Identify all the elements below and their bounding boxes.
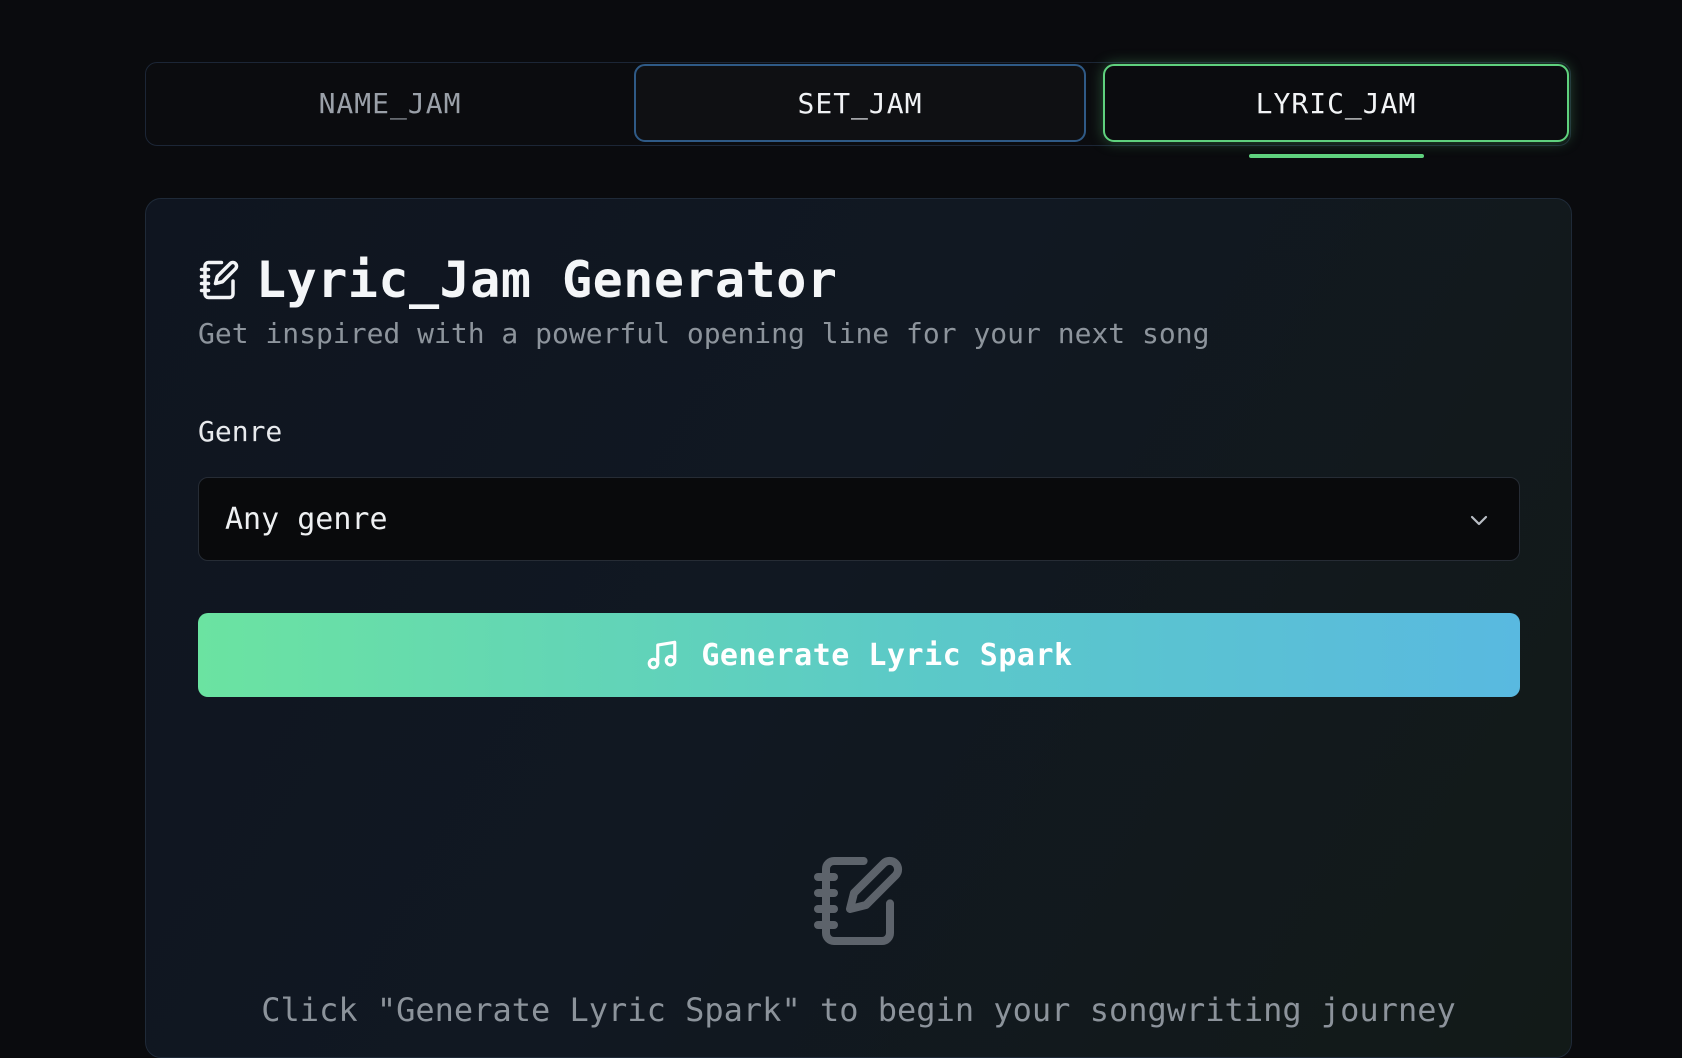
page-title: Lyric_Jam Generator <box>256 251 838 309</box>
genre-selected-value: Any genre <box>225 501 388 537</box>
generate-lyric-spark-button[interactable]: Generate Lyric Spark <box>198 613 1520 697</box>
tab-lyric-jam[interactable]: LYRIC_JAM <box>1103 64 1569 142</box>
music-note-icon <box>648 640 677 670</box>
chevron-down-icon <box>1470 515 1488 526</box>
active-tab-indicator <box>1249 154 1424 158</box>
lyric-generator-panel: Lyric_Jam Generator Get inspired with a … <box>145 198 1572 1058</box>
notebook-pen-icon <box>814 856 903 945</box>
genre-label: Genre <box>198 415 283 448</box>
tab-set-jam[interactable]: SET_JAM <box>634 64 1086 142</box>
genre-select[interactable]: Any genre <box>198 477 1520 561</box>
page-subtitle: Get inspired with a powerful opening lin… <box>198 317 1210 350</box>
generate-button-label: Generate Lyric Spark <box>701 637 1073 673</box>
tab-name-jam[interactable]: NAME_JAM <box>146 64 634 142</box>
notebook-pen-icon <box>199 260 239 300</box>
empty-state-message: Click "Generate Lyric Spark" to begin yo… <box>261 991 1456 1029</box>
panel-heading: Lyric_Jam Generator <box>198 251 837 309</box>
tab-bar: NAME_JAM SET_JAM LYRIC_JAM <box>145 62 1571 146</box>
